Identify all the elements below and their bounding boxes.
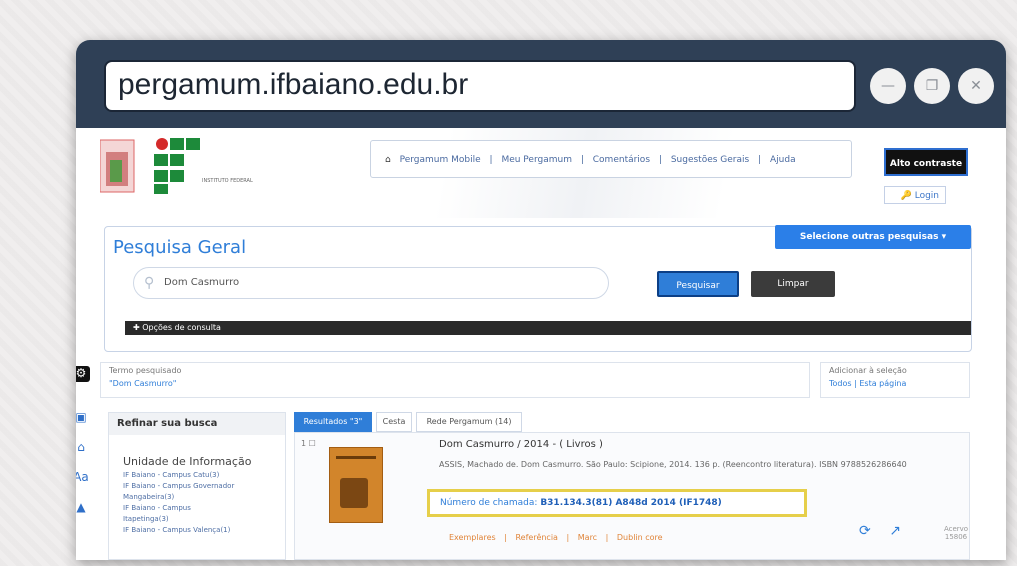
unidade-title: Unidade de Informação: [123, 455, 252, 468]
tab-resultados[interactable]: Resultados "3": [294, 412, 372, 432]
nav-separator: |: [489, 155, 493, 165]
refine-panel: Refinar sua busca Unidade de Informação …: [108, 412, 286, 560]
refine-title: Refinar sua busca: [109, 413, 285, 435]
select-other-label: Selecione outras pesquisas: [799, 232, 939, 242]
search-title: Pesquisa Geral: [113, 237, 253, 258]
tab-rede-pergamum[interactable]: Rede Pergamum (14): [416, 412, 522, 432]
nav-separator: |: [658, 155, 662, 165]
unidade-list: IF Baiano - Campus Catu(3) IF Baiano - C…: [109, 468, 285, 534]
home-icon[interactable]: ⌂: [76, 440, 90, 456]
login-label: Login: [914, 191, 939, 201]
web-page: INSTITUTO FEDERAL ⌂ Pergamum Mobile | Me…: [76, 128, 1006, 560]
result-icons: ⟳ ↗: [859, 523, 901, 539]
minimize-button[interactable]: —: [870, 68, 906, 104]
accessibility-sidebar: ⚙ ▣ ⌂ Aa ▲: [76, 366, 94, 556]
high-contrast-button[interactable]: Alto contraste: [884, 148, 968, 176]
site-header: INSTITUTO FEDERAL ⌂ Pergamum Mobile | Me…: [76, 128, 1006, 218]
call-number-label: Número de chamada:: [440, 498, 538, 508]
link-separator: |: [605, 533, 609, 542]
top-navigation: ⌂ Pergamum Mobile | Meu Pergamum | Comen…: [370, 140, 852, 178]
link-separator: |: [504, 533, 507, 542]
link-separator: |: [566, 533, 570, 542]
searched-term-box: Termo pesquisado "Dom Casmurro": [100, 362, 810, 398]
unidade-item[interactable]: IF Baiano - Campus Governador: [109, 479, 285, 490]
unidade-item[interactable]: IF Baiano - Campus Catu(3): [109, 468, 285, 479]
key-icon: 🔑: [900, 191, 915, 201]
add-to-selection-box: Adicionar à seleção Todos | Esta página: [820, 362, 970, 398]
call-number-box: Número de chamada: B31.134.3(81) A848d 2…: [427, 489, 807, 517]
adicionar-links[interactable]: Todos | Esta página: [829, 379, 961, 388]
login-button[interactable]: 🔑 Login: [884, 186, 946, 204]
clear-button[interactable]: Limpar: [751, 271, 835, 297]
acervo-label: Acervo 15806: [943, 525, 969, 541]
font-size-icon[interactable]: Aa: [76, 470, 90, 486]
result-title[interactable]: Dom Casmurro / 2014 - ( Livros ): [439, 439, 603, 450]
browser-window: pergamum.ifbaiano.edu.br — ❐ ✕ INSTITUTO…: [76, 40, 1006, 560]
chart-icon[interactable]: ↗: [889, 523, 901, 539]
logo-text: INSTITUTO FEDERAL: [202, 178, 253, 184]
unidade-item[interactable]: Itapetinga(3): [109, 512, 285, 523]
link-marc[interactable]: Marc: [578, 533, 597, 542]
close-button[interactable]: ✕: [958, 68, 994, 104]
result-tabs: Resultados "3" Cesta Rede Pergamum (14): [294, 412, 970, 432]
monitor-icon[interactable]: ▣: [76, 410, 90, 426]
result-index: 1: [301, 439, 307, 448]
tab-cesta[interactable]: Cesta: [376, 412, 412, 432]
search-icon: ⚲: [144, 275, 155, 291]
restore-button[interactable]: ❐: [914, 68, 950, 104]
nav-sugestoes[interactable]: Sugestões Gerais: [671, 155, 749, 165]
nav-ajuda[interactable]: Ajuda: [770, 155, 796, 165]
termo-label: Termo pesquisado: [109, 366, 182, 375]
link-referencia[interactable]: Referência: [515, 533, 558, 542]
unidade-item[interactable]: IF Baiano - Campus Valença(1): [109, 523, 285, 534]
result-links: Exemplares | Referência | Marc | Dublin …: [449, 533, 669, 542]
search-button[interactable]: Pesquisar: [657, 271, 739, 297]
url-bar[interactable]: pergamum.ifbaiano.edu.br: [104, 60, 856, 112]
nav-separator: |: [580, 155, 584, 165]
book-cover[interactable]: [329, 447, 383, 523]
call-number-value: B31.134.3(81) A848d 2014 (IF1748): [540, 498, 722, 508]
nav-pergamum-mobile[interactable]: Pergamum Mobile: [400, 155, 481, 165]
options-label: Opções de consulta: [142, 323, 221, 332]
termo-value: "Dom Casmurro": [109, 379, 177, 388]
nav-separator: |: [758, 155, 762, 165]
plus-icon: ✚: [133, 323, 143, 332]
result-item: 1 ☐ Dom Casmurro / 2014 - ( Livros ) ASS…: [294, 432, 970, 560]
if-baiano-logo[interactable]: INSTITUTO FEDERAL: [99, 136, 260, 200]
search-options-toggle[interactable]: ✚ Opções de consulta: [125, 321, 971, 335]
result-description: ASSIS, Machado de. Dom Casmurro. São Pau…: [439, 460, 907, 469]
search-panel: Pesquisa Geral Selecione outras pesquisa…: [104, 225, 972, 352]
main-content: Pesquisa Geral Selecione outras pesquisa…: [76, 218, 1006, 560]
link-exemplares[interactable]: Exemplares: [449, 533, 496, 542]
link-dublin-core[interactable]: Dublin core: [617, 533, 663, 542]
nav-comentarios[interactable]: Comentários: [593, 155, 650, 165]
refresh-icon[interactable]: ⟳: [859, 523, 871, 539]
select-other-searches-button[interactable]: Selecione outras pesquisas ▾: [775, 225, 971, 249]
unidade-item[interactable]: IF Baiano - Campus: [109, 501, 285, 512]
adicionar-label: Adicionar à seleção: [829, 366, 907, 375]
search-query: Dom Casmurro: [164, 277, 240, 288]
home-icon: ⌂: [385, 155, 391, 165]
result-checkbox[interactable]: 1 ☐: [301, 439, 316, 448]
arrow-up-icon[interactable]: ▲: [76, 500, 90, 516]
unidade-item[interactable]: Mangabeira(3): [109, 490, 285, 501]
nav-meu-pergamum[interactable]: Meu Pergamum: [501, 155, 572, 165]
gear-icon[interactable]: ⚙: [76, 366, 90, 382]
search-input[interactable]: ⚲ Dom Casmurro: [133, 267, 609, 299]
